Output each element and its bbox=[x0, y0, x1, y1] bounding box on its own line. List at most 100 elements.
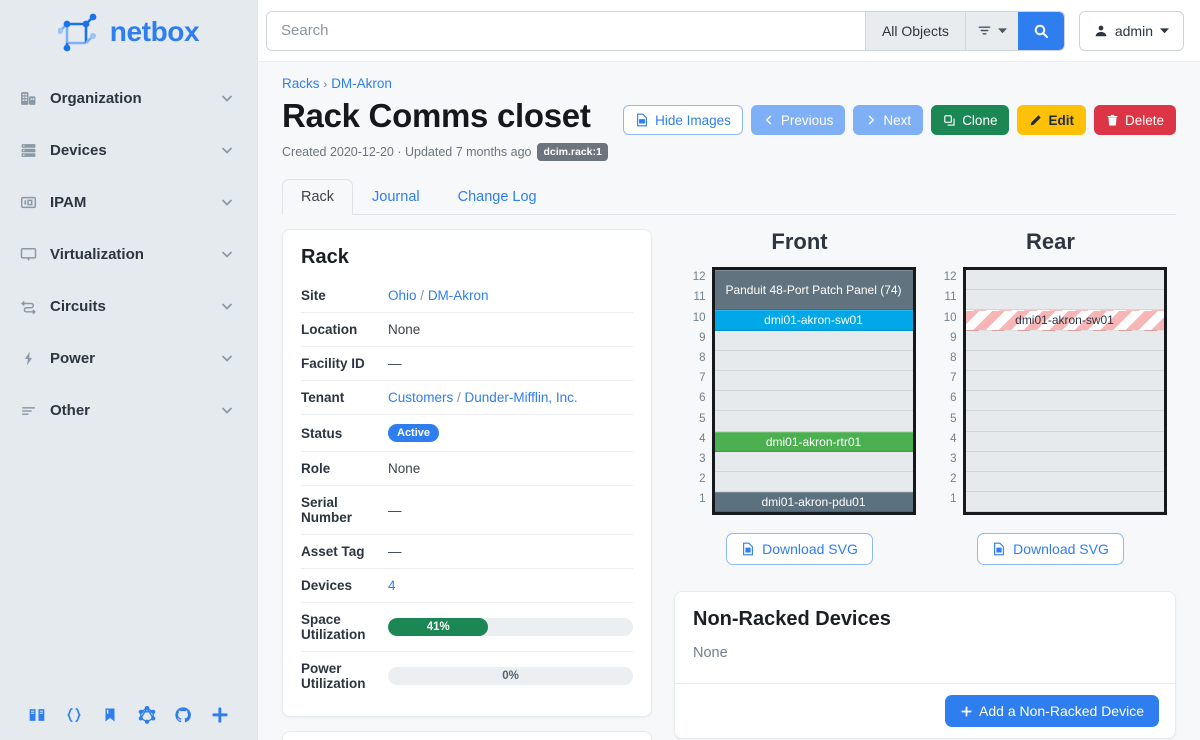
chevron-down-icon[interactable] bbox=[219, 142, 235, 158]
tenant-link[interactable]: Dunder-Mifflin, Inc. bbox=[465, 390, 578, 405]
sidebar-item-label: Circuits bbox=[50, 298, 207, 315]
rack-device[interactable]: Panduit 48-Port Patch Panel (74) bbox=[715, 270, 913, 310]
sidebar-item-virtualization[interactable]: Virtualization bbox=[0, 228, 257, 280]
rear-download-svg-button[interactable]: Download SVG bbox=[977, 533, 1124, 565]
tenant-group-link[interactable]: Customers bbox=[388, 390, 453, 405]
rack-unit-label: 10 bbox=[935, 307, 957, 327]
table-row: Power Utilization 0% bbox=[301, 652, 633, 701]
delete-label: Delete bbox=[1125, 113, 1164, 128]
sidebar-nav: Organization Devices bbox=[0, 72, 257, 436]
object-type-badge: dcim.rack:1 bbox=[537, 143, 607, 161]
rack-unit-slot[interactable] bbox=[715, 371, 913, 391]
row-label: Asset Tag bbox=[301, 535, 388, 569]
rack-device[interactable]: dmi01-akron-sw01 bbox=[715, 310, 913, 330]
search-submit-button[interactable] bbox=[1018, 12, 1064, 50]
front-rack-box[interactable]: Panduit 48-Port Patch Panel (74)dmi01-ak… bbox=[712, 267, 916, 515]
previous-button[interactable]: Previous bbox=[751, 105, 846, 135]
chevron-down-icon[interactable] bbox=[219, 194, 235, 210]
pencil-icon bbox=[1029, 114, 1042, 127]
sidebar-item-label: Power bbox=[50, 350, 207, 367]
rack-unit-slot[interactable] bbox=[966, 391, 1164, 411]
rack-unit-label: 3 bbox=[935, 449, 957, 469]
tab-journal[interactable]: Journal bbox=[353, 179, 439, 215]
delete-button[interactable]: Delete bbox=[1094, 105, 1176, 135]
rack-unit-slot[interactable] bbox=[966, 331, 1164, 351]
rack-unit-slot[interactable] bbox=[715, 411, 913, 431]
sidebar-item-other[interactable]: Other bbox=[0, 384, 257, 436]
rack-unit-slot[interactable] bbox=[966, 432, 1164, 452]
github-icon[interactable] bbox=[170, 702, 196, 728]
clone-button[interactable]: Clone bbox=[931, 105, 1009, 135]
rack-unit-slot[interactable] bbox=[715, 391, 913, 411]
front-download-svg-button[interactable]: Download SVG bbox=[726, 533, 873, 565]
rack-unit-slot[interactable] bbox=[715, 452, 913, 472]
tab-rack[interactable]: Rack bbox=[282, 179, 353, 215]
rack-unit-slot[interactable] bbox=[966, 472, 1164, 492]
bookmark-icon[interactable] bbox=[97, 702, 123, 728]
sidebar-item-label: Organization bbox=[50, 90, 207, 107]
sidebar-item-organization[interactable]: Organization bbox=[0, 72, 257, 124]
rack-unit-label: 1 bbox=[935, 489, 957, 509]
chevron-down-icon[interactable] bbox=[219, 402, 235, 418]
add-non-racked-device-button[interactable]: Add a Non-Racked Device bbox=[945, 695, 1159, 727]
table-row: Role None bbox=[301, 452, 633, 486]
rack-unit-slot[interactable] bbox=[715, 351, 913, 371]
tab-change-log[interactable]: Change Log bbox=[439, 179, 556, 215]
rest-api-braces-icon[interactable] bbox=[61, 702, 87, 728]
site-region-link[interactable]: Ohio bbox=[388, 288, 417, 303]
chevron-down-icon[interactable] bbox=[219, 246, 235, 262]
filter-dropdown-button[interactable] bbox=[965, 12, 1018, 50]
rack-unit-slot[interactable] bbox=[715, 472, 913, 492]
rack-unit-slot[interactable] bbox=[966, 351, 1164, 371]
slack-icon[interactable] bbox=[207, 702, 233, 728]
breadcrumb-current-link[interactable]: DM-Akron bbox=[331, 76, 392, 91]
rack-device[interactable]: dmi01-akron-rtr01 bbox=[715, 432, 913, 452]
next-button[interactable]: Next bbox=[853, 105, 923, 135]
sidebar-item-power[interactable]: Power bbox=[0, 332, 257, 384]
rack-device[interactable]: dmi01-akron-pdu01 bbox=[715, 492, 913, 512]
circuit-transfer-icon bbox=[18, 296, 38, 316]
hide-images-label: Hide Images bbox=[655, 113, 731, 128]
rack-unit-slot[interactable] bbox=[966, 371, 1164, 391]
graphql-icon[interactable] bbox=[134, 702, 160, 728]
sidebar-item-ipam[interactable]: IPAM bbox=[0, 176, 257, 228]
rack-unit-label: 10 bbox=[684, 307, 706, 327]
topbar: All Objects bbox=[258, 0, 1200, 62]
rack-unit-slot[interactable] bbox=[715, 331, 913, 351]
rack-unit-slot[interactable] bbox=[966, 492, 1164, 512]
docs-book-icon[interactable] bbox=[24, 702, 50, 728]
sidebar-item-circuits[interactable]: Circuits bbox=[0, 280, 257, 332]
rack-unit-label: 6 bbox=[935, 388, 957, 408]
sidebar-item-devices[interactable]: Devices bbox=[0, 124, 257, 176]
rack-unit-label: 9 bbox=[684, 328, 706, 348]
asset-tag-value: — bbox=[388, 535, 633, 569]
hide-images-button[interactable]: Hide Images bbox=[623, 105, 743, 135]
brand-logo-link[interactable]: netbox bbox=[0, 0, 257, 60]
rack-unit-slot[interactable] bbox=[966, 270, 1164, 290]
chevron-down-icon[interactable] bbox=[219, 298, 235, 314]
user-menu-button[interactable]: admin bbox=[1079, 11, 1184, 51]
chevron-down-icon[interactable] bbox=[219, 90, 235, 106]
add-non-racked-label: Add a Non-Racked Device bbox=[979, 703, 1144, 719]
object-scope-select[interactable]: All Objects bbox=[865, 12, 965, 50]
filter-icon bbox=[977, 23, 992, 38]
row-label: Role bbox=[301, 452, 388, 486]
rack-unit-slot[interactable] bbox=[966, 452, 1164, 472]
search-input[interactable] bbox=[267, 12, 865, 50]
rear-rack-box[interactable]: dmi01-akron-sw01 bbox=[963, 267, 1167, 515]
next-label: Next bbox=[883, 113, 911, 128]
ip-address-icon bbox=[18, 192, 38, 212]
rack-unit-slot[interactable] bbox=[966, 411, 1164, 431]
devices-count-link[interactable]: 4 bbox=[388, 578, 396, 593]
site-link[interactable]: DM-Akron bbox=[428, 288, 489, 303]
rack-device[interactable]: dmi01-akron-sw01 bbox=[966, 310, 1164, 330]
sidebar-item-label: IPAM bbox=[50, 194, 207, 211]
table-row: Status Active bbox=[301, 415, 633, 452]
chevron-down-icon[interactable] bbox=[219, 350, 235, 366]
breadcrumb-parent-link[interactable]: Racks bbox=[282, 76, 320, 91]
edit-button[interactable]: Edit bbox=[1017, 105, 1086, 135]
image-file-icon bbox=[635, 113, 649, 127]
non-racked-title: Non-Racked Devices bbox=[693, 608, 1157, 631]
rack-unit-slot[interactable] bbox=[966, 290, 1164, 310]
page-title: Rack Comms closet bbox=[282, 97, 608, 135]
